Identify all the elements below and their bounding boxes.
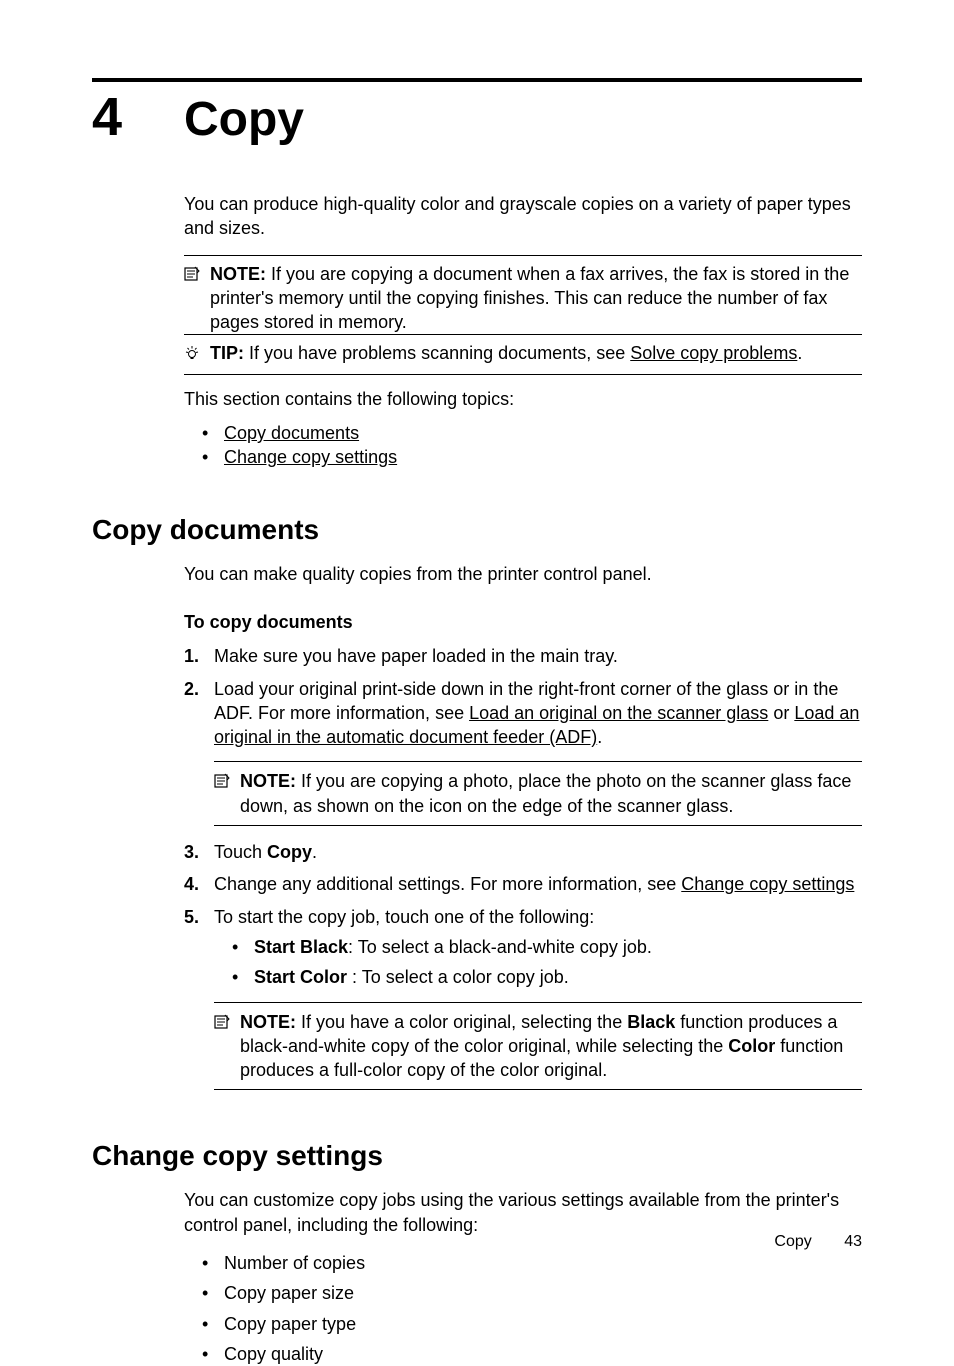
chapter-top-rule	[92, 78, 862, 82]
note-callout: NOTE: If you are copying a document when…	[184, 255, 862, 335]
procedure-heading: To copy documents	[184, 610, 862, 634]
intro-paragraph: You can produce high-quality color and g…	[184, 192, 862, 241]
bullet-bold: Start Color	[254, 967, 347, 987]
note-label: NOTE:	[240, 771, 296, 791]
note-bold-color: Color	[728, 1036, 775, 1056]
step5-note-content: NOTE: If you have a color original, sele…	[240, 1010, 862, 1083]
step5-text: To start the copy job, touch one of the …	[214, 907, 594, 927]
step-content: Touch Copy.	[214, 840, 862, 864]
step4-text-a: Change any additional settings. For more…	[214, 874, 681, 894]
step3-text-a: Touch	[214, 842, 267, 862]
settings-item: Copy paper type	[202, 1312, 862, 1336]
toc-item: Copy documents	[202, 421, 862, 445]
step-5: To start the copy job, touch one of the …	[184, 905, 862, 1097]
bullet-text: : To select a black-and-white copy job.	[348, 937, 652, 957]
step-text: Make sure you have paper loaded in the m…	[214, 644, 862, 668]
settings-item: Copy paper size	[202, 1281, 862, 1305]
toc-item: Change copy settings	[202, 445, 862, 469]
step3-text-c: .	[312, 842, 317, 862]
section1-intro: You can make quality copies from the pri…	[184, 562, 862, 586]
chapter-number: 4	[92, 90, 184, 144]
step2-text-c: .	[597, 727, 602, 747]
section-heading-change-settings: Change copy settings	[92, 1140, 862, 1172]
section2-body: You can customize copy jobs using the va…	[184, 1188, 862, 1366]
note-icon	[214, 1012, 234, 1036]
settings-list: Number of copies Copy paper size Copy pa…	[184, 1251, 862, 1366]
step5-bullets: Start Black: To select a black-and-white…	[214, 935, 862, 990]
tip-link[interactable]: Solve copy problems	[630, 343, 797, 363]
toc-intro: This section contains the following topi…	[184, 387, 862, 411]
procedure-list: Make sure you have paper loaded in the m…	[184, 644, 862, 1096]
step-content: Load your original print-side down in th…	[214, 677, 862, 832]
step2-text-b: or	[768, 703, 794, 723]
tip-callout: TIP: If you have problems scanning docum…	[184, 334, 862, 374]
toc-link[interactable]: Copy documents	[224, 423, 359, 443]
step-3: Touch Copy.	[184, 840, 862, 864]
tip-label: TIP:	[210, 343, 244, 363]
step-1: Make sure you have paper loaded in the m…	[184, 644, 862, 668]
chapter-header: 4 Copy	[92, 90, 862, 144]
step2-link1[interactable]: Load an original on the scanner glass	[469, 703, 768, 723]
note-text: If you are copying a photo, place the ph…	[240, 771, 851, 815]
settings-item: Copy quality	[202, 1342, 862, 1366]
bullet-start-color: Start Color : To select a color copy job…	[232, 965, 862, 989]
step2-note-content: NOTE: If you are copying a photo, place …	[240, 769, 862, 818]
section1-body: You can make quality copies from the pri…	[184, 562, 862, 1097]
note-text: If you are copying a document when a fax…	[210, 264, 849, 333]
chapter-title: Copy	[184, 96, 304, 144]
note-text-a: If you have a color original, selecting …	[301, 1012, 627, 1032]
step2-note-callout: NOTE: If you are copying a photo, place …	[214, 761, 862, 826]
toc-list: Copy documents Change copy settings	[184, 421, 862, 470]
bullet-start-black: Start Black: To select a black-and-white…	[232, 935, 862, 959]
tip-text-before: If you have problems scanning documents,…	[249, 343, 630, 363]
footer-page-number: 43	[844, 1233, 862, 1250]
step-content: To start the copy job, touch one of the …	[214, 905, 862, 1097]
note-content: NOTE: If you are copying a document when…	[210, 262, 862, 335]
step-2: Load your original print-side down in th…	[184, 677, 862, 832]
bullet-bold: Start Black	[254, 937, 348, 957]
section-heading-copy-documents: Copy documents	[92, 514, 862, 546]
step5-note-callout: NOTE: If you have a color original, sele…	[214, 1002, 862, 1091]
note-icon	[214, 771, 234, 795]
page-footer: Copy 43	[774, 1233, 862, 1251]
step3-bold: Copy	[267, 842, 312, 862]
settings-item: Number of copies	[202, 1251, 862, 1275]
tip-text-after: .	[797, 343, 802, 363]
step-4: Change any additional settings. For more…	[184, 872, 862, 896]
note-bold-black: Black	[627, 1012, 675, 1032]
section2-intro: You can customize copy jobs using the va…	[184, 1188, 862, 1237]
tip-icon	[184, 343, 204, 367]
note-label: NOTE:	[240, 1012, 296, 1032]
bullet-text: : To select a color copy job.	[347, 967, 569, 987]
note-icon	[184, 264, 204, 288]
step-content: Change any additional settings. For more…	[214, 872, 862, 896]
footer-label: Copy	[774, 1233, 811, 1250]
body-content: You can produce high-quality color and g…	[184, 192, 862, 470]
toc-link[interactable]: Change copy settings	[224, 447, 397, 467]
tip-content: TIP: If you have problems scanning docum…	[210, 341, 862, 365]
note-label: NOTE:	[210, 264, 266, 284]
step4-link[interactable]: Change copy settings	[681, 874, 854, 894]
